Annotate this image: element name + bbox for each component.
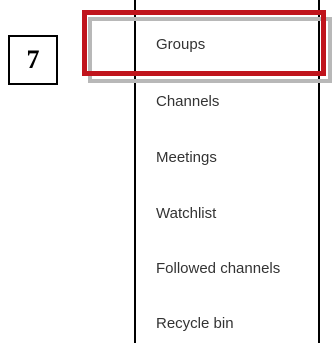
nav-item-recycle-bin[interactable]: Recycle bin: [156, 315, 234, 332]
nav-item-channels[interactable]: Channels: [156, 93, 219, 110]
nav-item-groups[interactable]: Groups: [156, 36, 205, 53]
step-number-badge: 7: [8, 35, 58, 85]
side-navigation: Groups Channels Meetings Watchlist Follo…: [134, 0, 320, 343]
step-number: 7: [26, 45, 40, 74]
nav-item-watchlist[interactable]: Watchlist: [156, 205, 216, 222]
nav-item-meetings[interactable]: Meetings: [156, 149, 217, 166]
nav-item-followed-channels[interactable]: Followed channels: [156, 260, 280, 277]
